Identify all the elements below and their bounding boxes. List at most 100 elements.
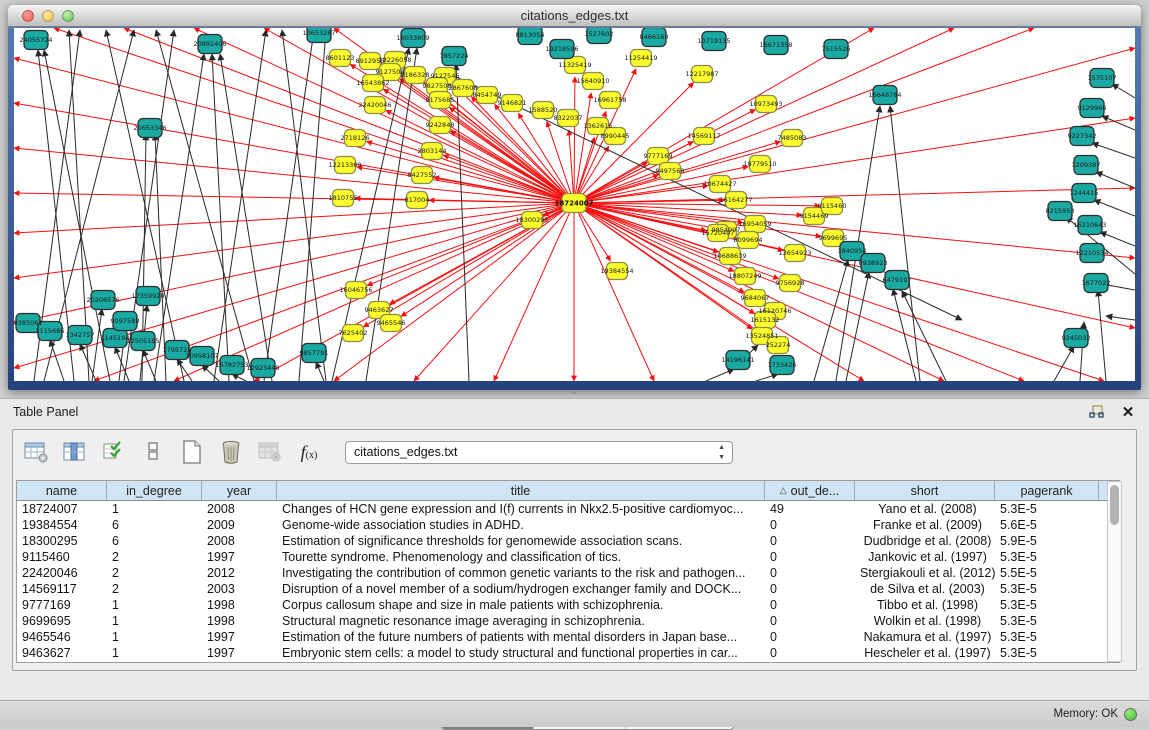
column-header-label: in_degree	[126, 484, 182, 498]
window-titlebar[interactable]: citations_edges.txt	[8, 5, 1141, 27]
graph-node-label: 1342757	[66, 331, 95, 339]
window-title: citations_edges.txt	[521, 8, 629, 23]
network-canvas[interactable]: 8601123891295518226058912750816543862818…	[14, 28, 1135, 381]
graph-node-label: 9245032	[1062, 334, 1091, 342]
select-rows-button[interactable]	[99, 437, 129, 467]
zoom-window-button[interactable]	[62, 10, 74, 22]
table-row[interactable]: 946554611997Estimation of the future num…	[17, 629, 1119, 645]
table-row[interactable]: 911546021997Tourette syndrome. Phenomeno…	[17, 549, 1119, 565]
table-row[interactable]: 977716911998Corpus callosum shape and si…	[17, 597, 1119, 613]
column-header-name[interactable]: name	[17, 481, 107, 500]
graph-node-label: 9129966	[1078, 104, 1107, 112]
table-cell: 1	[107, 597, 202, 613]
table-cell: 1	[107, 501, 202, 517]
graph-node-label: 10973493	[749, 100, 782, 108]
table-row[interactable]: 969969511998Structural magnetic resonanc…	[17, 613, 1119, 629]
graph-node-label: 2718126	[341, 134, 370, 142]
table-scrollbar[interactable]	[1107, 481, 1122, 662]
new-column-button[interactable]	[177, 437, 207, 467]
panel-splitter[interactable]: ▪▪	[0, 390, 1149, 398]
table-cell: 0	[765, 645, 855, 661]
table-cell: 0	[765, 517, 855, 533]
graph-edge	[1096, 172, 1135, 188]
graph-node-label: 19384554	[600, 267, 633, 275]
column-visibility-button[interactable]	[60, 437, 90, 467]
table-row[interactable]: 2242004622012Investigating the contribut…	[17, 565, 1119, 581]
graph-node-label: 16671358	[759, 41, 792, 49]
table-cell: 1	[107, 613, 202, 629]
table-row[interactable]: 1938455462009Genome-wide association stu…	[17, 517, 1119, 533]
table-selector-value: citations_edges.txt	[354, 445, 458, 459]
table-toolbar: f(x) citations_edges.txt ▲▼	[13, 430, 1136, 474]
table-cell: 0	[765, 613, 855, 629]
table-selector-dropdown[interactable]: citations_edges.txt ▲▼	[345, 441, 733, 464]
graph-node-label: 1615132	[751, 316, 780, 324]
column-header-title[interactable]: title	[277, 481, 765, 500]
table-cell: 9777169	[17, 597, 107, 613]
graph-edge	[902, 291, 946, 381]
graph-node-label: 19218596	[545, 45, 578, 53]
column-header-pagerank[interactable]: pagerank	[995, 481, 1099, 500]
new-document-icon	[179, 439, 205, 465]
graph-node-label: 15720407	[701, 229, 734, 237]
row-height-button[interactable]	[138, 437, 168, 467]
graph-node-label: 1244415	[1070, 189, 1099, 197]
close-panel-button[interactable]: ✕	[1119, 403, 1137, 421]
column-header-in_degree[interactable]: in_degree	[107, 481, 202, 500]
close-window-button[interactable]	[22, 10, 34, 22]
graph-node-label: 16046756	[339, 286, 372, 294]
table-cell: 1997	[202, 629, 277, 645]
table-row[interactable]: 946362711997Embryonic stem cells: a mode…	[17, 645, 1119, 661]
column-header-label: name	[46, 484, 77, 498]
table-body: 1872400712008Changes of HCN gene express…	[17, 501, 1119, 661]
graph-edge	[1100, 232, 1135, 246]
graph-node-label: 17359928	[131, 292, 164, 300]
graph-node-label: 8322037	[554, 114, 583, 122]
graph-edge	[574, 93, 591, 203]
delete-table-button[interactable]	[255, 437, 285, 467]
table-cell: Tibbo et al. (1998)	[855, 597, 995, 613]
graph-node-label: 9465546	[377, 319, 406, 327]
minimize-window-button[interactable]	[42, 10, 54, 22]
table-cell: 1998	[202, 613, 277, 629]
scrollbar-thumb[interactable]	[1110, 485, 1119, 525]
table-settings-button[interactable]	[21, 437, 51, 467]
table-cell: 6	[107, 517, 202, 533]
graph-edge	[706, 369, 734, 381]
graph-edge	[1098, 290, 1106, 381]
graph-node-label: 1733426	[768, 361, 797, 369]
graph-edge	[220, 54, 272, 381]
graph-node-label: 8454749	[473, 91, 502, 99]
delete-column-button[interactable]	[216, 437, 246, 467]
float-panel-button[interactable]	[1087, 403, 1105, 421]
table-cell: Jankovic et al. (1997)	[855, 549, 995, 565]
table-cell: 5.3E-5	[995, 549, 1099, 565]
table-cell: 22420046	[17, 565, 107, 581]
table-cell: Structural magnetic resonance image aver…	[277, 613, 765, 629]
graph-node-label: 16782753	[215, 361, 248, 369]
graph-node-label: 9385061	[14, 319, 42, 327]
graph-node-label: 1527602	[585, 30, 614, 38]
rows-icon	[140, 440, 166, 464]
column-header-out_de[interactable]: △out_de...	[765, 481, 855, 500]
graph-edge	[214, 30, 266, 381]
table-cell: Yano et al. (2008)	[855, 501, 995, 517]
graph-node-label: 252274	[766, 341, 791, 349]
table-panel: Table Panel ✕	[0, 398, 1149, 700]
checkmarks-icon	[101, 440, 127, 464]
table-cell: Disruption of a novel member of a sodium…	[277, 581, 765, 597]
table-row[interactable]: 1872400712008Changes of HCN gene express…	[17, 501, 1119, 517]
table-cell: Nakamura et al. (1997)	[855, 629, 995, 645]
column-header-short[interactable]: short	[855, 481, 995, 500]
column-header-label: title	[511, 484, 530, 498]
table-cell: Hescheler et al. (1997)	[855, 645, 995, 661]
column-header-year[interactable]: year	[202, 481, 277, 500]
graph-node-label: 1677022	[1082, 279, 1111, 287]
table-row[interactable]: 1830029562008Estimation of significance …	[17, 533, 1119, 549]
float-window-icon	[1089, 405, 1104, 419]
table-cell: 9699695	[17, 613, 107, 629]
table-row[interactable]: 1456911722003Disruption of a novel membe…	[17, 581, 1119, 597]
function-builder-button[interactable]: f(x)	[294, 437, 324, 467]
graph-node-label: 18779510	[743, 160, 776, 168]
dropdown-arrows-icon: ▲▼	[718, 443, 725, 463]
